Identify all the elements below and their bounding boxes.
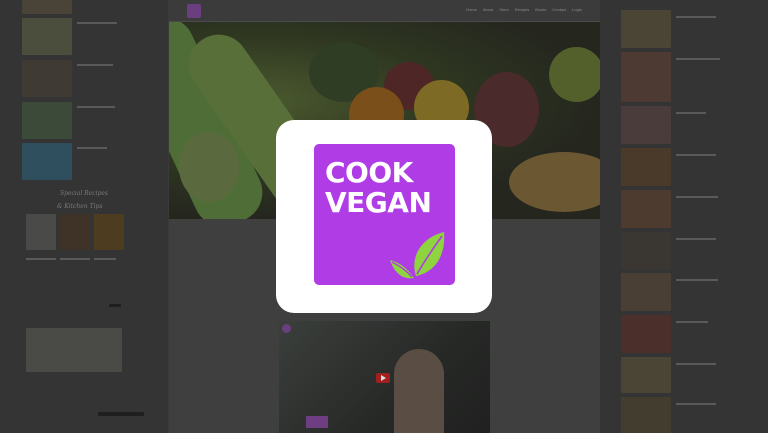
app-title: COOK VEGAN: [325, 156, 432, 219]
app-title-line2: VEGAN: [325, 186, 432, 219]
channel-avatar[interactable]: [282, 324, 291, 333]
squash: [509, 152, 600, 212]
article-thumbnail[interactable]: [621, 273, 671, 311]
subscribe-bar[interactable]: [98, 412, 144, 416]
nav-link-about[interactable]: About: [483, 7, 493, 12]
leaf-icon: [390, 232, 445, 279]
nav-link-login[interactable]: Login: [572, 7, 582, 12]
recipe-thumbnail[interactable]: [26, 214, 56, 250]
promo-image[interactable]: [26, 328, 122, 372]
app-title-line1: COOK: [325, 156, 413, 189]
article-thumbnail[interactable]: [621, 357, 671, 393]
right-sidebar: [600, 0, 768, 433]
app-icon[interactable]: COOK VEGAN: [314, 144, 455, 285]
kohlrabi: [179, 132, 239, 202]
video-embed[interactable]: [279, 321, 490, 433]
site-logo[interactable]: [187, 4, 201, 18]
article-thumbnail[interactable]: [621, 148, 671, 186]
recipe-thumbnail[interactable]: [60, 214, 90, 250]
nav-link-recipes[interactable]: Recipes: [515, 7, 529, 12]
top-nav: Home About Store Recipes Books Contact L…: [169, 0, 600, 22]
article-thumbnail[interactable]: [621, 315, 671, 353]
article-thumbnail[interactable]: [22, 0, 72, 14]
section-title: & Kitchen Tips: [57, 203, 103, 210]
video-thumbnail-person: [394, 349, 444, 433]
small-button[interactable]: [109, 304, 121, 307]
section-title: Special Recipes: [60, 190, 109, 197]
article-thumbnail[interactable]: [621, 232, 671, 270]
nav-link-contact[interactable]: Contact: [552, 7, 566, 12]
recipe-thumbnail[interactable]: [94, 214, 124, 250]
app-icon-card: COOK VEGAN: [276, 120, 492, 313]
article-thumbnail[interactable]: [621, 52, 671, 102]
nav-link-books[interactable]: Books: [535, 7, 546, 12]
article-thumbnail[interactable]: [22, 60, 72, 97]
article-thumbnail[interactable]: [621, 106, 671, 144]
article-thumbnail[interactable]: [621, 397, 671, 433]
apple: [549, 47, 600, 102]
article-thumbnail[interactable]: [22, 143, 72, 180]
article-thumbnail[interactable]: [22, 102, 72, 139]
left-sidebar: Special Recipes & Kitchen Tips: [0, 0, 168, 433]
nav-link-home[interactable]: Home: [466, 7, 477, 12]
article-thumbnail[interactable]: [22, 18, 72, 55]
play-icon[interactable]: [376, 373, 390, 383]
nav-links: Home About Store Recipes Books Contact L…: [466, 7, 582, 12]
video-badge: [306, 416, 328, 428]
article-thumbnail[interactable]: [621, 10, 671, 48]
article-thumbnail[interactable]: [621, 190, 671, 228]
nav-link-store[interactable]: Store: [499, 7, 509, 12]
